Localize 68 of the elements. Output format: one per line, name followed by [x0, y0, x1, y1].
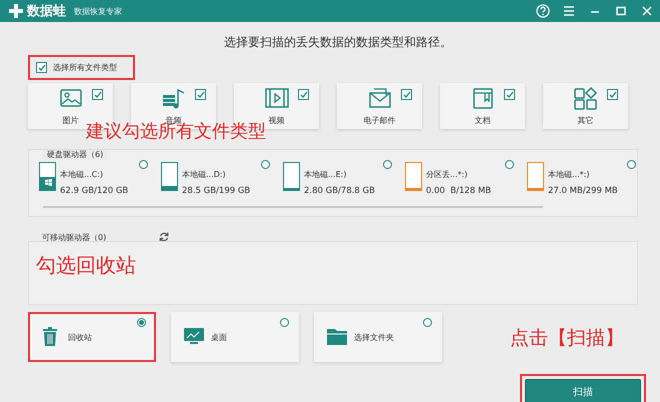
location-card[interactable]: 回收站 [28, 312, 156, 362]
drive-name: 本地磁...D:) [182, 169, 227, 180]
checkbox[interactable] [36, 62, 47, 73]
radio-button[interactable] [627, 160, 636, 169]
location-label: 桌面 [211, 332, 227, 342]
drive-capacity: 27.0 MB/299 MB [548, 186, 618, 196]
checkbox[interactable] [401, 89, 412, 100]
location-label: 选择文件夹 [354, 332, 394, 342]
drive-name: 本地磁...C:) [60, 169, 104, 180]
location-card[interactable]: 选择文件夹 [314, 312, 442, 362]
radio-button[interactable] [423, 318, 432, 327]
refresh-icon[interactable] [158, 231, 170, 243]
check-icon [300, 90, 308, 98]
app-subtitle: 数据恢复专家 [74, 6, 122, 16]
menu-icon[interactable] [562, 4, 576, 18]
checkbox[interactable] [504, 89, 515, 100]
checkbox[interactable] [607, 89, 618, 100]
drive-name: 本地磁...*:) [548, 169, 590, 180]
check-icon [506, 90, 514, 98]
radio-button[interactable] [383, 160, 392, 169]
scrollbar[interactable] [43, 206, 543, 208]
radio-button[interactable] [505, 160, 514, 169]
check-icon [38, 64, 46, 72]
annotation-text: 勾选回收站 [36, 254, 136, 276]
location-label: 回收站 [68, 332, 92, 342]
checkbox[interactable] [298, 89, 309, 100]
film-icon [264, 86, 290, 110]
file-type-label: 其它 [578, 115, 594, 126]
annotation-text: 点击【扫描】 [510, 328, 624, 349]
drive-capacity: 28.5 GB/199 GB [182, 186, 250, 196]
file-type-label: 视频 [268, 115, 284, 126]
close-icon[interactable] [640, 4, 654, 18]
file-type-card[interactable]: 文档 [440, 83, 525, 129]
drive-capacity: 0.00 B/128 MB [426, 186, 492, 196]
drive-capacity: 62.9 GB/120 GB [60, 186, 128, 196]
check-icon [196, 90, 204, 98]
radio-button[interactable] [137, 318, 146, 327]
radio-button[interactable] [139, 160, 148, 169]
app-name: 数据蛙 [27, 3, 66, 20]
folder-icon [326, 326, 348, 348]
shapes-icon [572, 86, 598, 110]
radio-button[interactable] [280, 318, 289, 327]
envelope-icon [366, 86, 392, 110]
checkbox[interactable] [195, 89, 206, 100]
file-type-label: 文档 [474, 115, 490, 126]
check-icon [402, 90, 410, 98]
windows-icon [45, 179, 52, 186]
checkbox[interactable] [92, 89, 103, 100]
music-icon [160, 86, 186, 110]
check-icon [94, 90, 102, 98]
check-icon [608, 90, 616, 98]
drive-name: 本地磁...E:) [304, 169, 348, 180]
location-card[interactable]: 桌面 [171, 312, 299, 362]
file-type-label: 音频 [166, 115, 182, 125]
checkbox-label: 选择所有文件类型 [53, 62, 117, 73]
instruction-text: 选择要扫描的丢失数据的数据类型和路径。 [223, 34, 453, 51]
file-type-label: 电子邮件 [364, 115, 396, 126]
help-icon[interactable] [536, 4, 550, 18]
file-type-card[interactable]: 其它 [543, 83, 628, 129]
file-type-label: 图片 [62, 115, 78, 126]
maximize-icon[interactable] [614, 4, 628, 18]
file-type-card[interactable]: 电子邮件 [337, 83, 422, 129]
logo-icon [8, 3, 24, 19]
radio-button[interactable] [261, 160, 270, 169]
drive-capacity: 2.80 GB/78.8 GB [304, 186, 375, 196]
drive-name: 分区丢...*:) [426, 169, 468, 180]
section-label: 可移动驱动器（0) [42, 232, 106, 242]
scan-button[interactable]: 扫描 [525, 379, 641, 402]
